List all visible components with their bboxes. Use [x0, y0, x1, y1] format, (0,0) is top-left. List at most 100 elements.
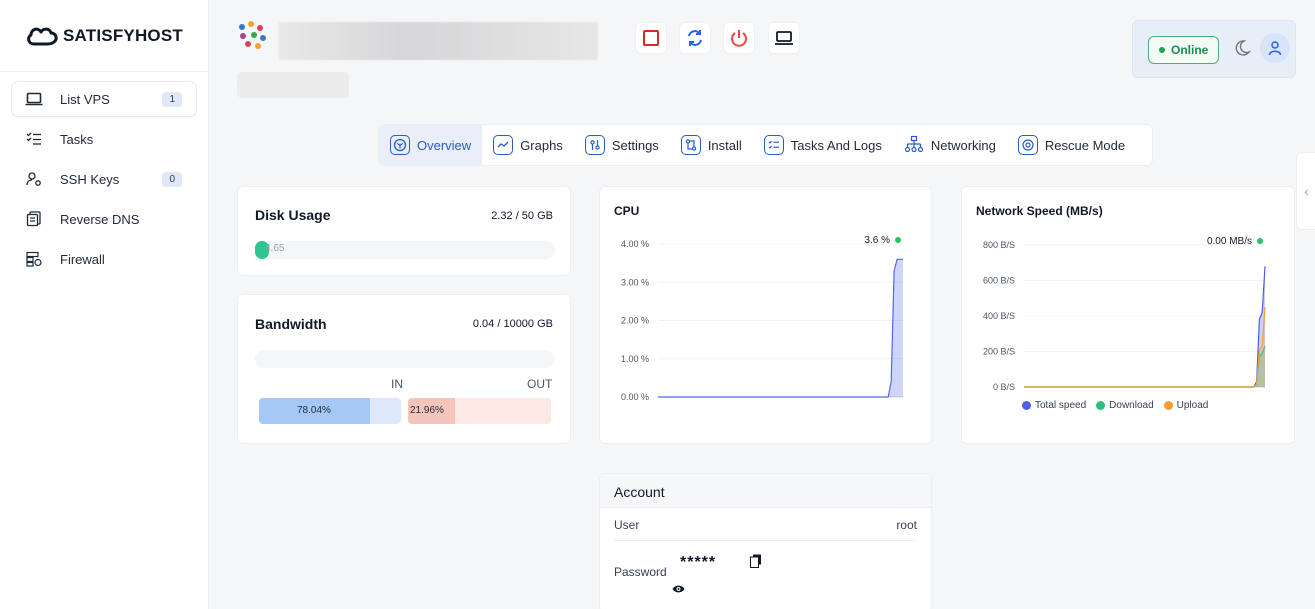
tab-install[interactable]: Install: [670, 125, 753, 165]
tab-label: Rescue Mode: [1044, 137, 1126, 153]
y-tick-label: 200 B/S: [983, 347, 1015, 357]
redacted-server-name: [278, 22, 598, 60]
disk-usage-percent: 4.65: [265, 243, 285, 254]
tab-graphs[interactable]: Graphs: [482, 125, 574, 165]
cube-icon: [390, 135, 410, 155]
inbound-percent: 78.04%: [297, 405, 331, 416]
tab-networking[interactable]: Networking: [893, 125, 1007, 165]
series-area-0: [1024, 266, 1265, 387]
eye-icon[interactable]: [672, 581, 685, 599]
series-area-1: [1024, 346, 1265, 387]
sidebar-item-label: Tasks: [60, 131, 94, 147]
firewall-icon: [24, 251, 44, 267]
user-key-icon: [24, 171, 44, 187]
sidebar-item-label: Firewall: [60, 251, 105, 267]
count-badge: 1: [162, 91, 182, 107]
current-value-label: 0.00 MB/s: [1207, 236, 1252, 247]
console-button[interactable]: [768, 22, 800, 54]
outbound-bar: 21.96%: [408, 398, 551, 424]
chart-legend: Total speed Download Upload: [1022, 400, 1208, 411]
task-list-icon: [763, 135, 784, 155]
cloud-logo-icon: [27, 27, 58, 45]
current-value-label: 3.6 %: [864, 235, 890, 246]
restart-icon: [688, 30, 702, 46]
restart-button[interactable]: [679, 22, 711, 54]
console-icon: [775, 31, 793, 45]
legend-item-download[interactable]: Download: [1096, 400, 1154, 411]
brand-logo[interactable]: SATISFYHOST: [0, 0, 208, 72]
bandwidth-bar: [255, 350, 555, 368]
chevron-left-icon: ‹: [1304, 183, 1309, 199]
count-badge: 0: [162, 171, 182, 187]
stop-button[interactable]: [635, 22, 667, 54]
legend-label: Total speed: [1035, 400, 1087, 411]
outbound-percent: 21.96%: [410, 405, 444, 416]
card-title: Disk Usage: [255, 207, 331, 223]
series-area-2: [1024, 307, 1265, 387]
sidebar-item-firewall[interactable]: Firewall: [12, 242, 196, 276]
series-area-0: [658, 259, 903, 397]
status-dot: [1159, 47, 1165, 53]
tab-overview[interactable]: Overview: [379, 125, 483, 165]
cpu-chart: 4.00 % 3.00 % 2.00 % 1.00 % 0.00 % 3.6 %: [621, 235, 903, 402]
in-label: IN: [391, 377, 403, 391]
account-card: Account User root Password *****: [599, 473, 932, 609]
os-logo-icon: [234, 20, 270, 55]
brand-name: SATISFYHOST: [63, 25, 183, 45]
y-tick-label: 4.00 %: [621, 239, 649, 249]
moon-icon[interactable]: [1233, 39, 1252, 62]
network-chart-card: Network Speed (MB/s) 800 B/S 600 B/S 400 B…: [961, 186, 1295, 444]
tab-label: Install: [707, 137, 742, 153]
y-tick-label: 400 B/S: [983, 311, 1015, 321]
y-tick-label: 0 B/S: [993, 382, 1015, 392]
y-tick-label: 800 B/S: [983, 240, 1015, 250]
y-tick-label: 600 B/S: [983, 276, 1015, 286]
legend-item-upload[interactable]: Upload: [1163, 400, 1209, 411]
series-line-0: [658, 258, 903, 398]
user-icon: [1268, 41, 1282, 56]
sidebar-item-label: SSH Keys: [60, 171, 120, 187]
tab-label: Settings: [611, 137, 659, 153]
collapse-panel-button[interactable]: ‹: [1296, 152, 1315, 230]
sidebar: SATISFYHOST List VPS 1 Tasks SSH Keys 0: [0, 0, 209, 609]
password-value: *****: [680, 554, 717, 571]
tab-label: Overview: [417, 137, 472, 153]
status-text: Online: [1171, 43, 1209, 57]
stop-icon: [643, 30, 659, 46]
network-icon: [904, 135, 924, 155]
legend-label: Upload: [1176, 400, 1209, 411]
y-tick-label: 3.00 %: [621, 277, 649, 287]
tab-tasks-and-logs[interactable]: Tasks And Logs: [753, 125, 893, 165]
disk-usage-bar: 4.65: [255, 241, 555, 259]
sidebar-item-reverse-dns[interactable]: Reverse DNS: [12, 202, 196, 236]
power-button[interactable]: [723, 22, 755, 54]
sidebar-item-ssh-keys[interactable]: SSH Keys 0: [12, 162, 196, 196]
redacted-server-ip: [237, 72, 349, 98]
tab-rescue-mode[interactable]: Rescue Mode: [1007, 125, 1136, 165]
cpu-chart-card: CPU 4.00 % 3.00 % 2.00 % 1.00 % 0.00 % 3.6 %: [599, 186, 932, 444]
inbound-bar: 78.04%: [259, 398, 401, 424]
series-line-0: [1024, 266, 1266, 388]
power-icon: [731, 30, 747, 47]
user-avatar-button[interactable]: [1260, 33, 1290, 63]
install-icon: [680, 135, 701, 155]
out-label: OUT: [527, 377, 553, 391]
y-tick-label: 1.00 %: [621, 354, 649, 364]
divider: [614, 540, 917, 541]
sidebar-item-tasks[interactable]: Tasks: [12, 122, 196, 156]
card-title: Account: [614, 484, 665, 500]
user-label: User: [614, 518, 640, 532]
sliders-icon: [584, 135, 605, 155]
legend-swatch: [1096, 401, 1106, 410]
legend-item-total[interactable]: Total speed: [1022, 400, 1086, 411]
user-value[interactable]: root: [896, 518, 917, 532]
password-label: Password: [614, 565, 667, 579]
tab-settings[interactable]: Settings: [574, 125, 670, 165]
account-header: Account: [600, 474, 931, 508]
copy-icon[interactable]: [750, 554, 762, 573]
bandwidth-card: Bandwidth 0.04 / 10000 GB IN OUT 78.04% …: [237, 294, 571, 444]
sidebar-item-list-vps[interactable]: List VPS 1: [12, 82, 196, 116]
series-line-1: [1024, 345, 1266, 388]
live-indicator-dot: [1257, 238, 1263, 244]
tab-label: Networking: [930, 137, 996, 153]
